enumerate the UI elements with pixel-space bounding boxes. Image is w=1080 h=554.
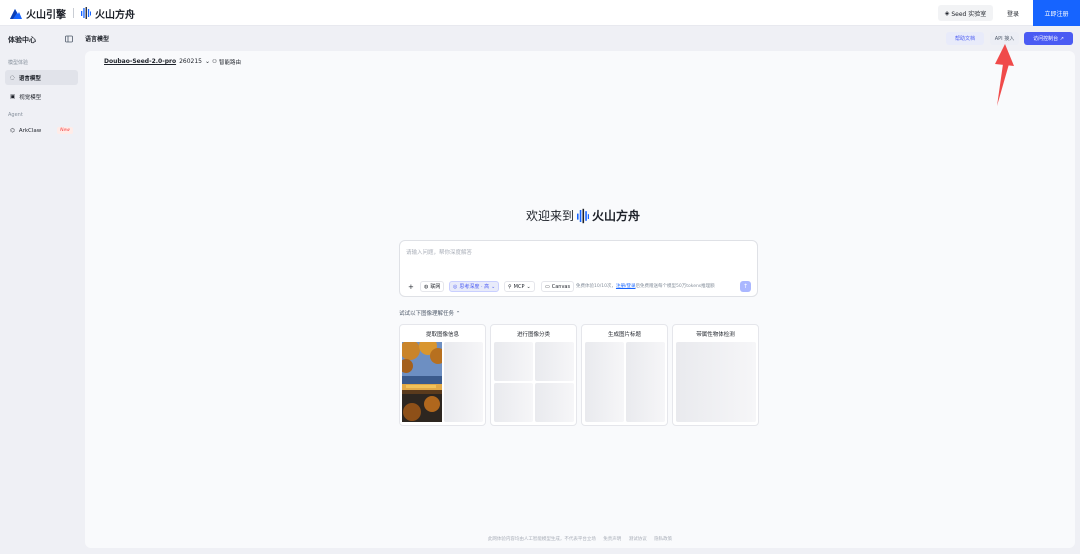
footer-privacy-link[interactable]: 隐私政策 (654, 537, 672, 542)
sidebar-item-arkclaw[interactable]: ⌬ ArkClaw New (5, 123, 78, 138)
tasks-title[interactable]: 试试以下图像理解任务 ⌃ (399, 309, 460, 317)
logo-divider (73, 8, 74, 18)
sidebar-item-label: 语言模型 (18, 75, 41, 82)
brand-ark: 火山方舟 (95, 9, 135, 21)
help-doc-button[interactable]: 帮助文档 (946, 32, 984, 45)
sidebar-section-agent: Agent (8, 112, 23, 118)
register-login-link[interactable]: 注册/登录 (616, 284, 636, 289)
image-placeholder (494, 383, 533, 422)
hint-text-pre: 免费体验10/10次， (576, 284, 616, 289)
chat-input-placeholder[interactable]: 请输入问题，帮你深度解答 (406, 248, 472, 256)
image-placeholder (626, 342, 665, 422)
chevron-down-icon: ⌄ (204, 58, 211, 65)
top-bar: 火山引擎 火山方舟 (0, 0, 1080, 26)
mcp-select[interactable]: ⚲ MCP ⌄ (504, 281, 535, 292)
page-title: 语言模型 (85, 36, 110, 43)
sidebar-item-vision-model[interactable]: ▣ 视觉模型 (5, 89, 78, 104)
sidebar-item-label: 视觉模型 (19, 94, 42, 101)
image-placeholder (535, 342, 574, 381)
image-placeholder (676, 342, 756, 422)
web-search-label: 联网 (430, 284, 441, 290)
image-placeholder (444, 342, 483, 422)
canvas-label: Canvas (551, 283, 571, 290)
arrow-up-icon: ↑ (742, 283, 749, 290)
new-badge: New (57, 127, 73, 134)
footer: 此网体验内容均由人工智能模型生成，不代表平台立场 免责声明 测试协议 隐私政策 (0, 536, 1080, 542)
sidebar-item-label: ArkClaw (18, 127, 42, 134)
logo[interactable]: 火山引擎 火山方舟 (10, 6, 135, 21)
task-card-detection[interactable]: 带属性物体检测 (672, 324, 759, 426)
globe-icon: ◍ (424, 283, 429, 290)
task-card-label: 进行图像分类 (516, 332, 550, 338)
claw-icon: ⌬ (10, 127, 15, 134)
think-icon: ◎ (453, 283, 458, 290)
welcome-heading: 欢迎来到 火山方舟 (526, 207, 640, 224)
annotation-arrow-icon (995, 44, 1014, 106)
task-card-extract-info[interactable]: 提取图像信息 (399, 324, 486, 426)
model-selector[interactable]: Doubao-Seed-2.0-pro 260215 ⌄ (104, 58, 210, 65)
smart-route-label: 智能路由 (218, 60, 241, 66)
sidebar (0, 26, 84, 554)
canvas-icon: ▭ (545, 283, 550, 290)
ark-wave-icon (81, 7, 91, 19)
image-placeholder (585, 342, 624, 422)
sidebar-collapse-icon[interactable] (65, 35, 73, 43)
web-search-toggle[interactable]: ◍ 联网 (420, 281, 445, 292)
send-button[interactable]: ↑ (740, 281, 751, 292)
task-card-caption[interactable]: 生成图片标题 (581, 324, 668, 426)
image-placeholder (494, 342, 533, 381)
hint-text-post: 后免费赠送每个模型50万tokens推理额 (635, 284, 715, 289)
sidebar-section-model: 模型体验 (8, 60, 29, 66)
chevron-down-icon: ⌄ (526, 283, 531, 290)
ark-wave-icon (577, 208, 590, 223)
image-placeholder (535, 383, 574, 422)
seed-lab-button[interactable]: ◈ Seed 实验室 (938, 5, 993, 21)
main-panel (85, 51, 1075, 548)
task-card-classify[interactable]: 进行图像分类 (490, 324, 577, 426)
login-button[interactable]: 登录 (1003, 5, 1023, 21)
attach-button[interactable]: + (405, 281, 417, 292)
smart-route-button[interactable]: ⚇ 智能路由 (212, 58, 241, 66)
footer-terms-link[interactable]: 测试协议 (629, 537, 647, 542)
volcano-logo-icon (10, 8, 22, 19)
autumn-bridge-photo (402, 342, 442, 422)
think-depth-label: 思考深度 · 高 (459, 284, 490, 290)
cube-icon: ◈ (944, 9, 950, 17)
register-button[interactable]: 立即注册 (1033, 0, 1080, 26)
console-button[interactable]: 访问控制台 ↗ (1024, 32, 1073, 45)
canvas-toggle[interactable]: ▭ Canvas (541, 281, 575, 292)
mcp-label: MCP (513, 283, 525, 290)
sidebar-item-language-model[interactable]: ◌ 语言模型 (5, 70, 78, 85)
chat-bubble-icon: ◌ (10, 74, 15, 81)
welcome-brand: 火山方舟 (592, 209, 641, 223)
task-card-label: 提取图像信息 (425, 332, 459, 338)
model-name: Doubao-Seed-2.0-pro (104, 58, 177, 65)
think-depth-select[interactable]: ◎ 思考深度 · 高 ⌄ (449, 281, 500, 292)
sidebar-title: 体验中心 (8, 36, 36, 44)
free-trial-hint: 免费体验10/10次，注册/登录后免费赠送每个模型50万tokens推理额 (576, 283, 715, 289)
brand-volcengine: 火山引擎 (26, 9, 66, 21)
task-card-label: 生成图片标题 (607, 332, 641, 338)
model-version: 260215 (179, 58, 202, 65)
welcome-prefix: 欢迎来到 (526, 209, 575, 223)
footer-notice: 此网体验内容均由人工智能模型生成，不代表平台立场 (487, 537, 596, 542)
footer-disclaimer-link[interactable]: 免责声明 (603, 537, 621, 542)
chevron-down-icon: ⌄ (491, 283, 496, 290)
seed-lab-label: Seed 实验室 (951, 10, 987, 18)
image-icon: ▣ (10, 93, 16, 100)
route-icon: ⚇ (212, 59, 217, 65)
link-icon: ⚲ (508, 283, 512, 290)
task-card-label: 带属性物体检测 (696, 332, 735, 338)
